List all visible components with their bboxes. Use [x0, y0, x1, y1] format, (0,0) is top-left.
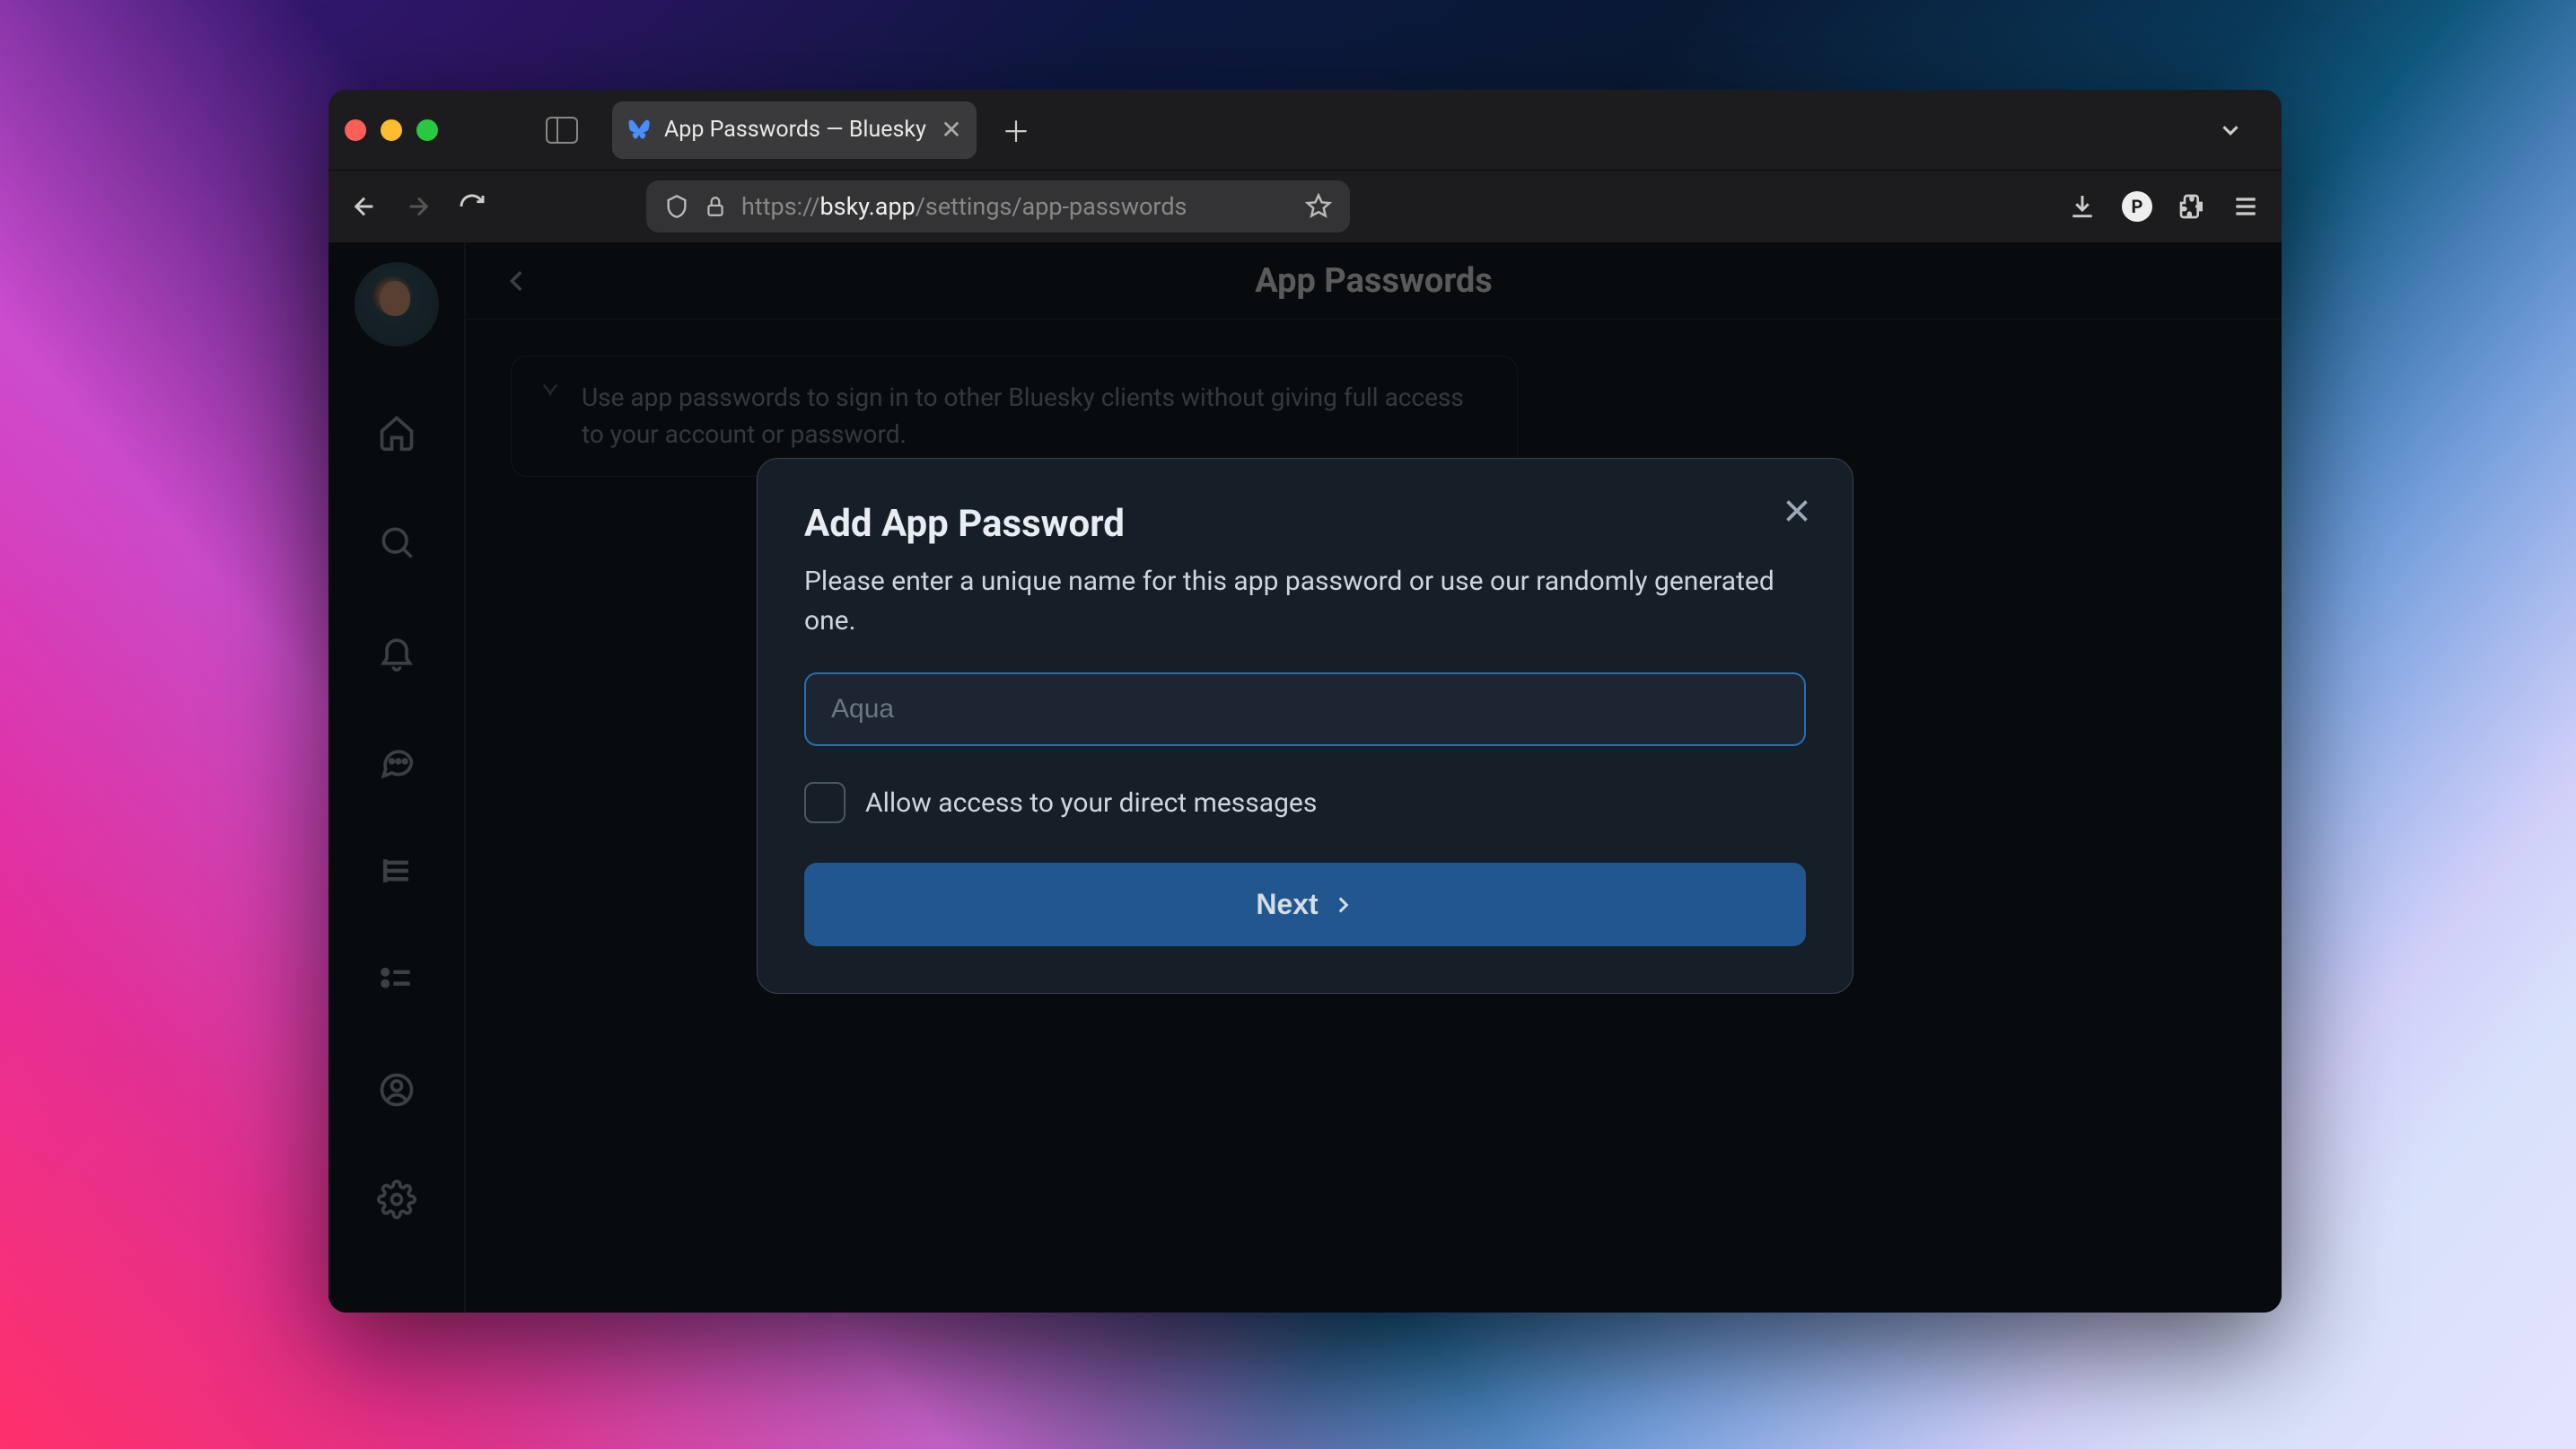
chat-icon[interactable] [377, 742, 416, 781]
add-app-password-modal: Add App Password Please enter a unique n… [757, 458, 1853, 994]
tab-close-button[interactable]: ✕ [939, 115, 964, 145]
window-close-button[interactable] [345, 119, 366, 141]
chevron-right-icon [1331, 893, 1354, 917]
lock-icon[interactable] [704, 195, 727, 218]
content-area: App Passwords Use app passwords to sign … [329, 242, 2282, 1313]
lists-icon[interactable] [377, 961, 416, 1000]
dm-access-checkbox[interactable] [804, 782, 846, 823]
feeds-icon[interactable] [377, 851, 416, 891]
search-icon[interactable] [377, 523, 416, 562]
modal-description: Please enter a unique name for this app … [804, 562, 1806, 640]
page-header: App Passwords [466, 242, 2282, 320]
bluesky-icon [626, 118, 652, 143]
app-password-name-input[interactable] [804, 672, 1806, 746]
profile-icon[interactable] [377, 1070, 416, 1110]
bookmark-star-icon[interactable] [1305, 193, 1332, 220]
left-rail [329, 242, 465, 1313]
avatar[interactable] [355, 262, 439, 347]
shield-icon[interactable] [664, 194, 689, 219]
url-bar: https://bsky.app/settings/app-passwords … [329, 171, 2282, 242]
url-text: https://bsky.app/settings/app-passwords [741, 192, 1291, 221]
info-icon [537, 382, 564, 408]
tabs-dropdown-icon[interactable] [2217, 117, 2244, 144]
window-maximize-button[interactable] [416, 119, 438, 141]
pocket-icon[interactable]: P [2122, 191, 2152, 222]
info-text: Use app passwords to sign in to other Bl… [582, 380, 1490, 452]
settings-icon[interactable] [377, 1180, 416, 1219]
reload-button[interactable] [458, 192, 486, 221]
downloads-icon[interactable] [2068, 192, 2097, 221]
tab-bar: App Passwords — Bluesky ✕ ＋ [329, 90, 2282, 171]
sidebar-toggle-icon[interactable] [546, 117, 578, 144]
forward-button[interactable] [404, 192, 433, 221]
extensions-icon[interactable] [2177, 192, 2206, 221]
back-button[interactable] [350, 192, 379, 221]
notifications-icon[interactable] [377, 632, 416, 672]
browser-window: App Passwords — Bluesky ✕ ＋ https://bsky… [329, 90, 2282, 1313]
browser-tab[interactable]: App Passwords — Bluesky ✕ [612, 101, 977, 159]
new-tab-button[interactable]: ＋ [1002, 110, 1030, 151]
home-icon[interactable] [377, 413, 416, 452]
url-field[interactable]: https://bsky.app/settings/app-passwords [646, 180, 1350, 233]
page-title: App Passwords [493, 261, 2255, 301]
dm-access-label: Allow access to your direct messages [865, 787, 1317, 819]
modal-title: Add App Password [804, 502, 1806, 546]
window-controls [345, 119, 438, 141]
next-button[interactable]: Next [804, 863, 1806, 946]
page-back-button[interactable] [502, 266, 532, 296]
menu-icon[interactable] [2231, 192, 2260, 221]
modal-close-button[interactable] [1781, 495, 1813, 527]
dm-access-checkbox-row[interactable]: Allow access to your direct messages [804, 782, 1806, 823]
window-minimize-button[interactable] [381, 119, 402, 141]
next-button-label: Next [1256, 888, 1318, 921]
tab-title: App Passwords — Bluesky [664, 117, 926, 143]
